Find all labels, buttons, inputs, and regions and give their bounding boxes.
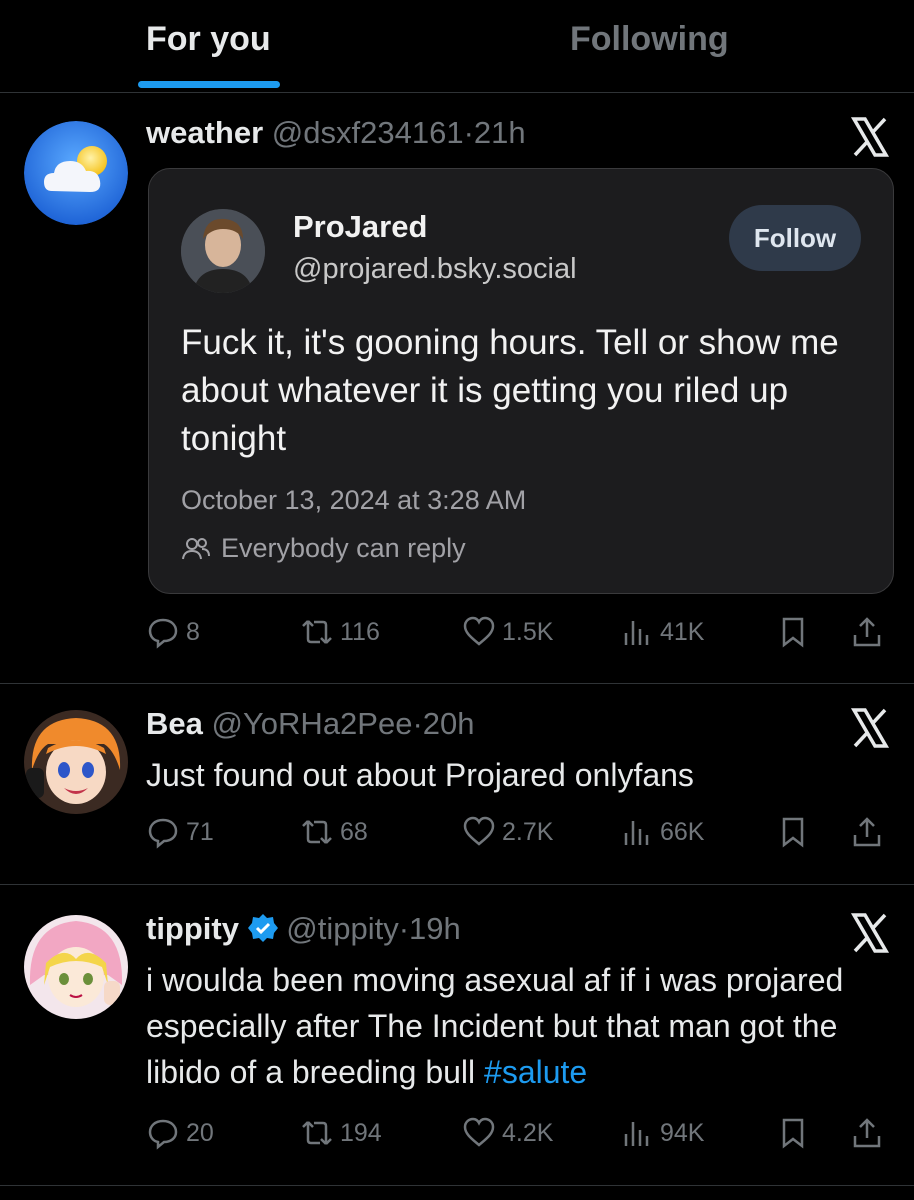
views-count: 41K	[660, 617, 705, 646]
repost-icon	[302, 820, 332, 844]
post-header: Bea @YoRHa2Pee·20h	[146, 706, 475, 742]
active-tab-indicator	[138, 81, 280, 88]
like-count: 1.5K	[502, 617, 554, 646]
reply-setting: Everybody can reply	[181, 533, 466, 564]
author-name[interactable]: tippity	[146, 911, 239, 946]
author-handle[interactable]: @tippity	[286, 911, 398, 946]
bookmark-button[interactable]	[776, 812, 816, 852]
x-logo-icon	[848, 706, 892, 750]
author-handle[interactable]: @dsxf234161	[272, 115, 464, 150]
post-actions: 8 116 1.5K 41K	[146, 612, 894, 652]
heart-icon	[463, 816, 495, 846]
views-chart-icon	[624, 621, 649, 645]
anime-avatar-icon	[24, 710, 128, 814]
separator-dot: ·	[398, 911, 410, 946]
x-logo-icon	[848, 911, 892, 955]
reply-setting-label: Everybody can reply	[221, 533, 466, 563]
bookmark-button[interactable]	[776, 1113, 816, 1153]
repost-icon	[302, 620, 332, 644]
share-icon	[853, 617, 881, 647]
separator-dot: ·	[463, 115, 474, 150]
quote-date: October 13, 2024 at 3:28 AM	[181, 485, 527, 515]
bookmark-icon	[782, 817, 804, 848]
person-avatar-icon	[181, 209, 265, 293]
reply-icon	[148, 818, 178, 849]
tab-for-you[interactable]: For you	[146, 20, 271, 59]
reply-count: 71	[186, 817, 214, 846]
views-chart-icon	[624, 821, 649, 845]
reply-icon	[148, 1119, 178, 1150]
repost-count: 116	[340, 617, 380, 646]
like-count: 4.2K	[502, 1118, 554, 1147]
repost-count: 68	[340, 817, 368, 846]
hashtag-link[interactable]: #salute	[484, 1054, 587, 1090]
post-actions: 71 68 2.7K 66K	[146, 812, 894, 852]
separator-dot: ·	[412, 706, 423, 741]
verified-badge-icon	[247, 914, 278, 942]
reply-button[interactable]: 71	[146, 812, 214, 852]
share-button[interactable]	[850, 612, 890, 652]
like-button[interactable]: 1.5K	[462, 612, 553, 652]
anime-avatar-icon	[24, 915, 128, 1019]
share-button[interactable]	[850, 1113, 890, 1153]
views-button[interactable]: 66K	[620, 812, 704, 852]
quote-text: Fuck it, it's gooning hours. Tell or sho…	[181, 323, 839, 458]
views-count: 66K	[660, 817, 705, 846]
bookmark-button[interactable]	[776, 612, 816, 652]
bookmark-icon	[782, 617, 804, 648]
post-text: i woulda been moving asexual af if i was…	[146, 957, 896, 1095]
author-name[interactable]: weather	[146, 115, 263, 150]
bookmark-icon	[782, 1118, 804, 1149]
views-button[interactable]: 94K	[620, 1113, 704, 1153]
author-name[interactable]: Bea	[146, 706, 203, 741]
reply-count: 8	[186, 617, 200, 646]
post-header: weather @dsxf234161·21h	[146, 115, 526, 151]
like-count: 2.7K	[502, 817, 554, 846]
share-icon	[853, 1118, 881, 1148]
post-time[interactable]: 19h	[409, 911, 461, 946]
follow-button[interactable]: Follow	[729, 205, 861, 271]
quote-card[interactable]: ProJared @projared.bsky.social Follow Fu…	[148, 168, 894, 594]
post-time[interactable]: 20h	[423, 706, 475, 741]
tab-following[interactable]: Following	[570, 20, 729, 59]
weather-cloud-sun-icon	[24, 121, 128, 225]
quote-author-handle[interactable]: @projared.bsky.social	[293, 253, 577, 286]
share-icon	[853, 817, 881, 847]
post-tippity[interactable]: tippity @tippity·19h i woulda been movin…	[0, 885, 914, 1186]
post-actions: 20 194 4.2K 94K	[146, 1113, 894, 1153]
avatar-tippity[interactable]	[24, 915, 128, 1019]
post-bea[interactable]: Bea @YoRHa2Pee·20h Just found out about …	[0, 684, 914, 885]
people-icon	[182, 537, 210, 559]
avatar-weather[interactable]	[24, 121, 128, 225]
timeline-tabs: For you Following	[0, 0, 914, 93]
like-button[interactable]: 4.2K	[462, 1113, 553, 1153]
repost-button[interactable]: 68	[300, 812, 368, 852]
repost-count: 194	[340, 1118, 382, 1147]
reply-icon	[148, 618, 178, 649]
quote-author-name[interactable]: ProJared	[293, 209, 427, 245]
post-time[interactable]: 21h	[474, 115, 526, 150]
heart-icon	[463, 1117, 495, 1147]
heart-icon	[463, 616, 495, 646]
repost-button[interactable]: 116	[300, 612, 380, 652]
x-logo-icon	[848, 115, 892, 159]
reply-count: 20	[186, 1118, 214, 1147]
reply-button[interactable]: 20	[146, 1113, 214, 1153]
repost-button[interactable]: 194	[300, 1113, 382, 1153]
reply-button[interactable]: 8	[146, 612, 200, 652]
views-chart-icon	[624, 1122, 649, 1146]
post-header: tippity @tippity·19h	[146, 911, 461, 947]
like-button[interactable]: 2.7K	[462, 812, 553, 852]
repost-icon	[302, 1121, 332, 1145]
quote-avatar[interactable]	[181, 209, 265, 293]
views-count: 94K	[660, 1118, 705, 1147]
author-handle[interactable]: @YoRHa2Pee	[212, 706, 413, 741]
avatar-bea[interactable]	[24, 710, 128, 814]
share-button[interactable]	[850, 812, 890, 852]
post-text: Just found out about Projared onlyfans	[146, 757, 694, 793]
views-button[interactable]: 41K	[620, 612, 704, 652]
